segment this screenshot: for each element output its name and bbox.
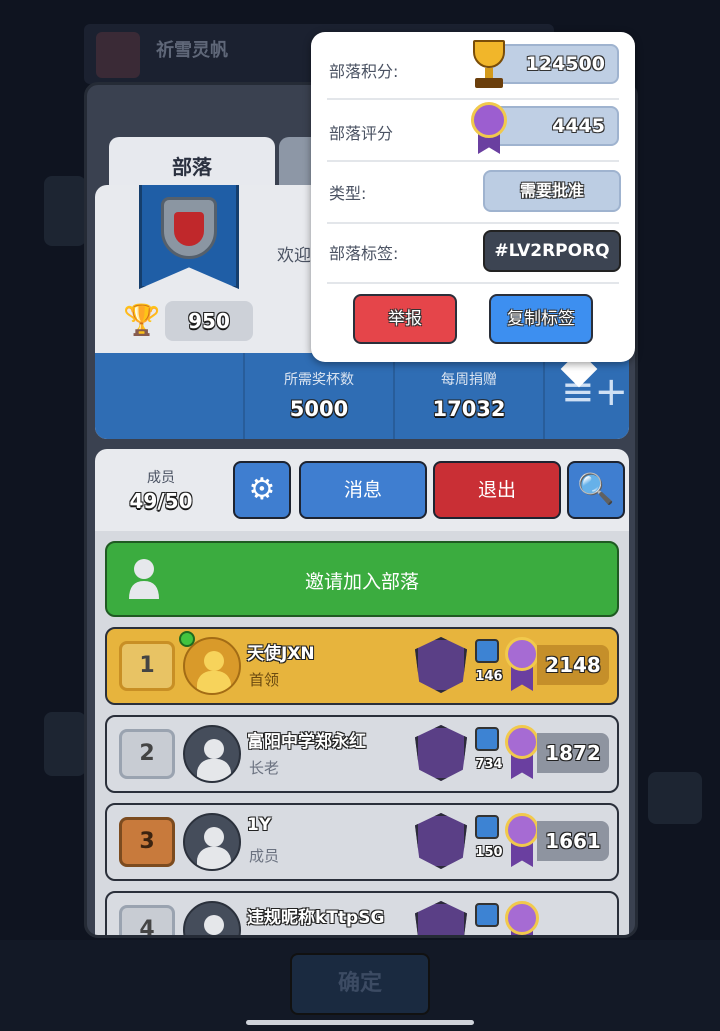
member-trophies: 1661 — [537, 821, 609, 861]
required-trophies-stat: 所需奖杯数 5000 — [245, 369, 393, 421]
donation-icon — [475, 903, 499, 927]
background-side-card — [648, 772, 702, 824]
invite-button[interactable]: 邀请加入部落 — [105, 541, 619, 617]
divider — [327, 98, 619, 100]
member-row[interactable]: 1 天使JXN 首领 146 2148 — [105, 627, 619, 705]
member-rank: 1 — [119, 641, 175, 691]
report-button[interactable]: 举报 — [353, 294, 457, 344]
clan-type-label: 类型: — [329, 184, 367, 203]
member-donations: 146 — [475, 669, 503, 684]
donation-icon — [475, 727, 499, 751]
trophy-icon — [467, 38, 511, 90]
league-badge-icon — [415, 637, 467, 693]
divider — [327, 282, 619, 284]
member-toolbar: 成员 49/50 ⚙ 消息 退出 🔍 — [95, 449, 629, 531]
member-row[interactable]: 2 富阳中学郑永红 长老 734 1872 — [105, 715, 619, 793]
member-rank: 3 — [119, 817, 175, 867]
exit-button[interactable]: 退出 — [433, 461, 561, 519]
member-list[interactable]: 邀请加入部落 1 天使JXN 首领 146 2148 2 富阳中学郑永红 长老 … — [95, 531, 629, 935]
divider — [327, 222, 619, 224]
divider — [543, 353, 545, 439]
members-label: 成员 — [147, 470, 175, 486]
background-side-card — [44, 176, 86, 246]
members-count: 49/50 — [129, 489, 193, 513]
weekly-donations-value: 17032 — [432, 397, 506, 421]
background-clan-name: 祈雪灵帆 — [156, 40, 228, 61]
clan-tag-value[interactable]: #LV2RPORQ — [483, 230, 621, 272]
required-trophies-value: 5000 — [289, 397, 349, 421]
weekly-donations-stat: 每周捐赠 17032 — [395, 369, 543, 421]
required-trophies-label: 所需奖杯数 — [284, 372, 354, 388]
member-trophies: 2148 — [537, 645, 609, 685]
member-name: 违规昵称kTtpSG — [247, 908, 385, 928]
league-badge-icon — [415, 813, 467, 869]
home-indicator[interactable] — [246, 1020, 474, 1025]
settings-button[interactable]: ⚙ — [233, 461, 291, 519]
invite-label: 邀请加入部落 — [304, 571, 419, 593]
donation-icon — [475, 815, 499, 839]
league-badge-icon — [415, 901, 467, 935]
ok-button[interactable]: 确定 — [290, 953, 430, 1015]
clan-type-value: 需要批准 — [483, 170, 621, 212]
member-rank: 4 — [119, 905, 175, 935]
online-status-icon — [179, 631, 195, 647]
clan-badge-icon — [161, 197, 217, 259]
member-rank: 2 — [119, 729, 175, 779]
copy-tag-button[interactable]: 复制标签 — [489, 294, 593, 344]
crown-medal-icon — [471, 102, 507, 154]
clan-stats-strip: 所需奖杯数 5000 每周捐赠 17032 ≡+ — [95, 353, 629, 439]
divider — [327, 160, 619, 162]
clan-info-popup: 部落积分: 124500 部落评分 4445 类型: 需要批准 部落标签: #L… — [311, 32, 635, 362]
crown-medal-icon — [505, 637, 539, 693]
donation-icon — [475, 639, 499, 663]
message-button[interactable]: 消息 — [299, 461, 427, 519]
member-donations: 150 — [475, 845, 503, 860]
search-icon: 🔍 — [577, 472, 615, 507]
league-badge-icon — [415, 725, 467, 781]
weekly-donations-label: 每周捐赠 — [441, 372, 497, 388]
avatar — [183, 725, 241, 783]
member-role: 成员 — [249, 847, 280, 865]
member-trophies: 1872 — [537, 733, 609, 773]
crown-medal-icon — [505, 725, 539, 781]
search-button[interactable]: 🔍 — [567, 461, 625, 519]
crown-medal-icon — [505, 901, 539, 935]
member-name: 富阳中学郑永红 — [247, 732, 366, 752]
avatar — [183, 813, 241, 871]
trophy-icon: 🏆 — [123, 303, 161, 338]
background-side-card — [44, 712, 86, 776]
clan-tag-label: 部落标签: — [329, 244, 399, 263]
avatar — [183, 637, 241, 695]
member-role: 长老 — [249, 759, 280, 777]
member-role: 首领 — [249, 671, 280, 689]
background-clan-crest-icon — [96, 32, 140, 78]
clan-score-label: 部落积分: — [329, 62, 399, 81]
crown-medal-icon — [505, 813, 539, 869]
gear-icon: ⚙ — [248, 472, 276, 507]
member-row[interactable]: 4 违规昵称kTtpSG — [105, 891, 619, 935]
clan-trophies: 950 — [165, 301, 253, 341]
tab-clan-label: 部落 — [172, 155, 212, 179]
member-name: 1Y — [247, 815, 272, 835]
avatar — [183, 901, 241, 935]
member-name: 天使JXN — [247, 644, 315, 664]
member-donations: 734 — [475, 757, 503, 772]
clan-rating-label: 部落评分 — [329, 124, 394, 143]
member-row[interactable]: 3 1Y 成员 150 1661 — [105, 803, 619, 881]
